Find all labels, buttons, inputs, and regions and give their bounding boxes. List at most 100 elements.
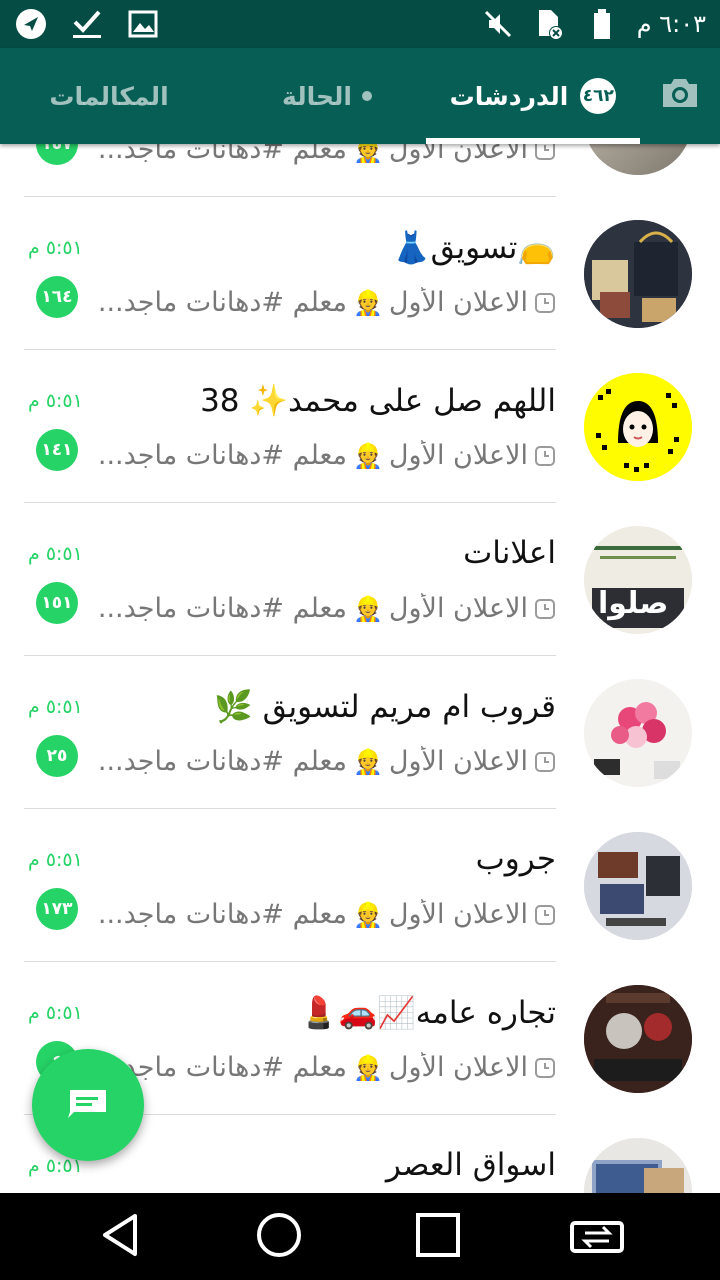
unread-badge: ١٥١ [36,582,78,624]
switch-app-button[interactable] [567,1207,627,1267]
new-chat-icon [66,1086,110,1124]
chat-time: ٥:٥١ م [28,849,83,871]
chat-avatar[interactable]: صلوا [584,526,692,634]
clock-time: ٦:٠٣ م [636,10,706,38]
avatar-text: صلوا [598,586,669,621]
clock-icon [535,751,555,772]
chat-avatar[interactable] [584,220,692,328]
snippet-text: معلم #دهانات ماجد... [97,899,348,930]
chat-time: ٥:٥١ م [28,696,83,718]
switch-icon [569,1215,625,1259]
chat-name: تجاره عامه📈🚗💄 [299,995,556,1031]
chat-time: ٥:٥١ م [28,237,83,259]
worker-emoji-icon: 👷 [353,900,383,929]
clock-icon [535,1057,555,1078]
recents-icon [415,1212,461,1262]
unread-badge: ١٦٤ [36,276,78,318]
chat-row[interactable]: صلوا اعلانات الاعلان الأول 👷 معلم #دهانا… [0,503,720,656]
navigation-icon [14,8,48,40]
chat-avatar[interactable] [584,985,692,1093]
chat-snippet: الاعلان الأول 👷 معلم #دهانات ماجد... [86,746,556,777]
chat-name: اللهم صل على محمد✨ 38 [200,383,556,419]
clock-icon [535,598,555,619]
tab-calls-label: المكالمات [49,81,169,111]
tab-status-label: الحالة [282,81,352,111]
chat-snippet: الاعلان الأول 👷 معلم #دهانات ماجد... [86,593,556,624]
chat-time: ٥:٥١ م [28,390,83,412]
image-icon [126,8,160,40]
chat-time: ٥:٥١ م [28,1002,83,1024]
recents-button[interactable] [408,1207,468,1267]
download-done-icon [70,8,104,40]
chat-snippet: الاعلان الأول 👷 معلم #دهانات ماجد... [86,287,556,318]
chat-time: ٥:٥١ م [28,543,83,565]
unread-badge: ١٤١ [36,429,78,471]
battery-icon [585,8,619,40]
clock-icon [535,904,555,925]
snippet-text: معلم #دهانات ماجد... [97,440,348,471]
chat-row[interactable]: 👝تسويق👗 الاعلان الأول 👷 معلم #دهانات ماج… [0,197,720,350]
chat-name: اسواق العصر [385,1147,556,1183]
active-tab-indicator [426,138,640,144]
snippet-prefix: الاعلان الأول [388,287,528,318]
chat-name: اعلانات [463,535,556,571]
chat-snippet: الاعلان الأول 👷 معلم #دهانات ماجد... [86,899,556,930]
clock-icon [535,292,555,313]
chat-name: قروب ام مريم لتسويق 🌿 [214,689,556,725]
snippet-text: معلم #دهانات ماجد... [97,287,348,318]
tab-calls[interactable]: المكالمات [20,48,198,144]
snippet-prefix: الاعلان الأول [388,440,528,471]
worker-emoji-icon: 👷 [353,441,383,470]
snippet-text: معلم #دهانات ماجد... [97,746,348,777]
chat-list[interactable]: الاعلان الأول 👷 معلم #دهانات ماجد... ١٥٧… [0,144,720,1193]
back-icon [97,1212,143,1262]
system-nav-bar [0,1193,720,1280]
chat-row[interactable]: قروب ام مريم لتسويق 🌿 الاعلان الأول 👷 مع… [0,656,720,809]
clock-icon [535,445,555,466]
home-button[interactable] [249,1207,309,1267]
unread-badge: ١٥٧ [36,144,78,165]
chat-avatar[interactable] [584,144,692,175]
chat-row[interactable]: اللهم صل على محمد✨ 38 الاعلان الأول 👷 مع… [0,350,720,503]
snippet-text: معلم #دهانات ماجد... [97,593,348,624]
camera-icon [659,76,701,116]
snippet-text: معلم #دهانات ماجد... [97,144,348,165]
tab-bar: الدردشات ٤٦٢ الحالة المكالمات [0,48,720,144]
worker-emoji-icon: 👷 [353,1053,383,1082]
chat-name: 👝تسويق👗 [392,230,556,266]
chat-avatar[interactable] [584,1138,692,1193]
snippet-prefix: الاعلان الأول [388,1052,528,1083]
chat-avatar[interactable] [584,679,692,787]
status-dot-indicator [361,91,372,101]
tab-chats-label: الدردشات [449,81,569,111]
mute-icon [481,8,515,40]
new-chat-button[interactable] [32,1049,144,1161]
snippet-prefix: الاعلان الأول [388,899,528,930]
worker-emoji-icon: 👷 [353,288,383,317]
tab-status[interactable]: الحالة [238,48,416,144]
chat-avatar[interactable] [584,832,692,940]
home-icon [255,1211,303,1263]
back-button[interactable] [90,1207,150,1267]
worker-emoji-icon: 👷 [353,594,383,623]
chat-snippet: الاعلان الأول 👷 معلم #دهانات ماجد... [86,144,556,165]
snippet-prefix: الاعلان الأول [388,144,528,165]
snippet-prefix: الاعلان الأول [388,746,528,777]
snippet-prefix: الاعلان الأول [388,593,528,624]
chat-row[interactable]: الاعلان الأول 👷 معلم #دهانات ماجد... ١٥٧ [0,144,720,197]
chat-snippet: الاعلان الأول 👷 معلم #دهانات ماجد... [86,440,556,471]
tab-camera[interactable] [650,48,710,144]
worker-emoji-icon: 👷 [353,144,383,164]
clock-icon [535,144,555,160]
worker-emoji-icon: 👷 [353,747,383,776]
chat-snippet: الاعلان الأول 👷 معلم #دهانات ماجد... [86,1052,556,1083]
status-bar: ٦:٠٣ م [0,0,720,48]
unread-badge: ١٧٣ [36,888,78,930]
file-error-icon [533,8,567,40]
unread-badge: ٢٥ [36,735,78,777]
tab-chats[interactable]: الدردشات ٤٦٢ [426,48,640,144]
chat-name: جروب [475,841,556,877]
chat-row[interactable]: جروب الاعلان الأول 👷 معلم #دهانات ماجد..… [0,809,720,962]
chat-avatar[interactable] [584,373,692,481]
chats-count-badge: ٤٦٢ [580,78,617,114]
